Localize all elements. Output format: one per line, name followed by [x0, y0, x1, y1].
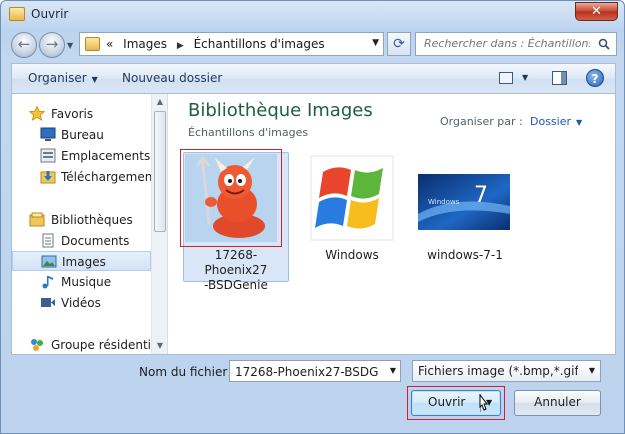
nav-item-videos[interactable]: Vidéos [12, 293, 151, 313]
change-view-icon[interactable] [499, 72, 513, 84]
breadcrumb: « Images ▶ Échantillons d'images [106, 37, 325, 51]
organize-button[interactable]: Organiser ▼ [28, 71, 98, 85]
content-area: Favoris Bureau Emplacements ré Télécharg… [11, 93, 616, 355]
chevron-down-icon: ▼ [588, 366, 595, 375]
nav-item-homegroup[interactable]: Groupe résidentiel [12, 335, 151, 354]
homegroup-icon [31, 339, 43, 351]
recent-pages-button[interactable]: ▼ [67, 41, 77, 51]
windows-logo-thumbnail [310, 155, 394, 241]
star-icon [29, 106, 45, 121]
refresh-button[interactable]: ⟳ [387, 32, 411, 56]
windows7-logo-text: 7 [474, 183, 488, 208]
forward-button[interactable]: → [39, 32, 65, 58]
arrange-by-dropdown[interactable]: Dossier ▼ [530, 115, 582, 128]
windows7-brand-text: Windows [428, 198, 460, 206]
organize-label: Organiser [28, 71, 87, 85]
arrow-left-icon: ← [17, 35, 31, 53]
mouse-cursor-icon [479, 394, 489, 411]
search-box[interactable] [415, 32, 617, 56]
scroll-up-icon[interactable]: ▲ [152, 94, 167, 110]
music-icon [42, 276, 53, 289]
open-dialog-window: Ouvrir ✕ ← → ▼ « Images ▶ Échantillons d… [0, 0, 625, 434]
nav-item-documents[interactable]: Documents [12, 231, 151, 251]
scroll-down-icon[interactable]: ▼ [152, 338, 167, 354]
nav-item-label: Vidéos [61, 296, 101, 310]
nav-item-desktop[interactable]: Bureau [12, 125, 151, 145]
nav-item-label: Téléchargements [61, 170, 151, 184]
breadcrumb-overflow[interactable]: « [106, 37, 113, 51]
chevron-down-icon: ▼ [91, 75, 98, 84]
file-name: windows-7-1 [414, 248, 516, 263]
nav-item-label: Bureau [61, 128, 104, 142]
filename-label: Nom du fichier : [139, 365, 236, 379]
documents-icon [42, 233, 54, 248]
navigation-row: ← → ▼ « Images ▶ Échantillons d'images ▼… [1, 29, 624, 61]
downloads-icon [40, 171, 56, 184]
file-name: Windows [301, 248, 403, 263]
refresh-icon: ⟳ [393, 36, 405, 52]
file-name-line: 17268-Phoenix27 [204, 248, 268, 277]
search-icon[interactable] [598, 38, 610, 50]
filetype-value: Fichiers image (*.bmp,*.gif,*.jpg [418, 364, 578, 378]
nav-item-pictures[interactable]: Images [12, 251, 151, 271]
nav-item-label: Bibliothèques [51, 213, 133, 227]
nav-scrollbar[interactable]: ▲ ▼ [151, 94, 167, 354]
nav-item-favorites[interactable]: Favoris [12, 104, 151, 124]
nav-item-libraries[interactable]: Bibliothèques [12, 210, 151, 230]
search-input[interactable] [422, 36, 592, 51]
cancel-button[interactable]: Annuler [514, 390, 601, 416]
breadcrumb-item-images[interactable]: Images [123, 37, 167, 51]
filename-input[interactable] [233, 364, 381, 380]
nav-item-music[interactable]: Musique [12, 272, 151, 292]
chevron-down-icon: ▼ [576, 118, 583, 127]
nav-item-label: Groupe résidentiel [51, 338, 151, 352]
filetype-dropdown[interactable]: Fichiers image (*.bmp,*.gif,*.jpg ▼ [412, 360, 601, 382]
help-icon[interactable]: ? [586, 69, 604, 87]
open-button-label: Ouvrir [428, 395, 466, 409]
title-bar[interactable]: Ouvrir ✕ [1, 1, 624, 29]
nav-item-label: Emplacements ré [61, 149, 151, 163]
file-name-line: windows-7-1 [427, 248, 503, 262]
breadcrumb-item-samples[interactable]: Échantillons d'images [194, 37, 325, 51]
nav-item-label: Documents [61, 234, 130, 248]
preview-pane-icon[interactable] [552, 71, 567, 85]
library-title: Bibliothèque Images [188, 100, 373, 121]
videos-icon [41, 298, 55, 307]
pictures-icon [41, 255, 57, 268]
chevron-down-icon[interactable]: ▼ [390, 366, 396, 375]
highlight-box [180, 149, 282, 247]
arrange-by-label: Organiser par : [440, 115, 523, 128]
new-folder-button[interactable]: Nouveau dossier [122, 71, 222, 85]
chevron-down-icon[interactable]: ▼ [522, 73, 528, 82]
scrollbar-thumb[interactable] [154, 111, 166, 232]
command-bar: Organiser ▼ Nouveau dossier ▼ ? [11, 63, 616, 93]
arrange-by-value: Dossier [530, 115, 572, 128]
back-button[interactable]: ← [11, 32, 37, 58]
address-bar[interactable]: « Images ▶ Échantillons d'images ▼ [79, 32, 384, 56]
nav-item-downloads[interactable]: Téléchargements [12, 167, 151, 187]
filename-combobox[interactable]: ▼ [229, 360, 401, 382]
window-title: Ouvrir [31, 7, 69, 21]
windows7-wallpaper-thumbnail: 7 Windows [418, 174, 510, 230]
desktop-icon [40, 127, 56, 141]
navigation-pane[interactable]: Favoris Bureau Emplacements ré Télécharg… [12, 94, 168, 354]
library-subtitle: Échantillons d'images [188, 126, 309, 139]
arrow-right-icon: → [45, 35, 59, 53]
recent-places-icon [40, 148, 56, 163]
nav-item-label: Favoris [51, 107, 94, 121]
folder-icon [9, 7, 25, 21]
nav-item-label: Musique [61, 275, 112, 289]
chevron-right-icon[interactable]: ▶ [177, 41, 184, 51]
file-name-line: Windows [325, 248, 379, 262]
file-list-pane[interactable]: Bibliothèque Images Échantillons d'image… [169, 94, 615, 354]
file-name-line: -BSDGenie [204, 278, 268, 292]
file-name: 17268-Phoenix27 -BSDGenie [185, 248, 287, 293]
close-button[interactable]: ✕ [575, 2, 618, 21]
nav-item-recent-places[interactable]: Emplacements ré [12, 146, 151, 166]
chevron-down-icon[interactable]: ▼ [372, 38, 379, 48]
libraries-icon [29, 212, 45, 227]
nav-item-label: Images [62, 255, 106, 269]
folder-icon [85, 37, 100, 51]
